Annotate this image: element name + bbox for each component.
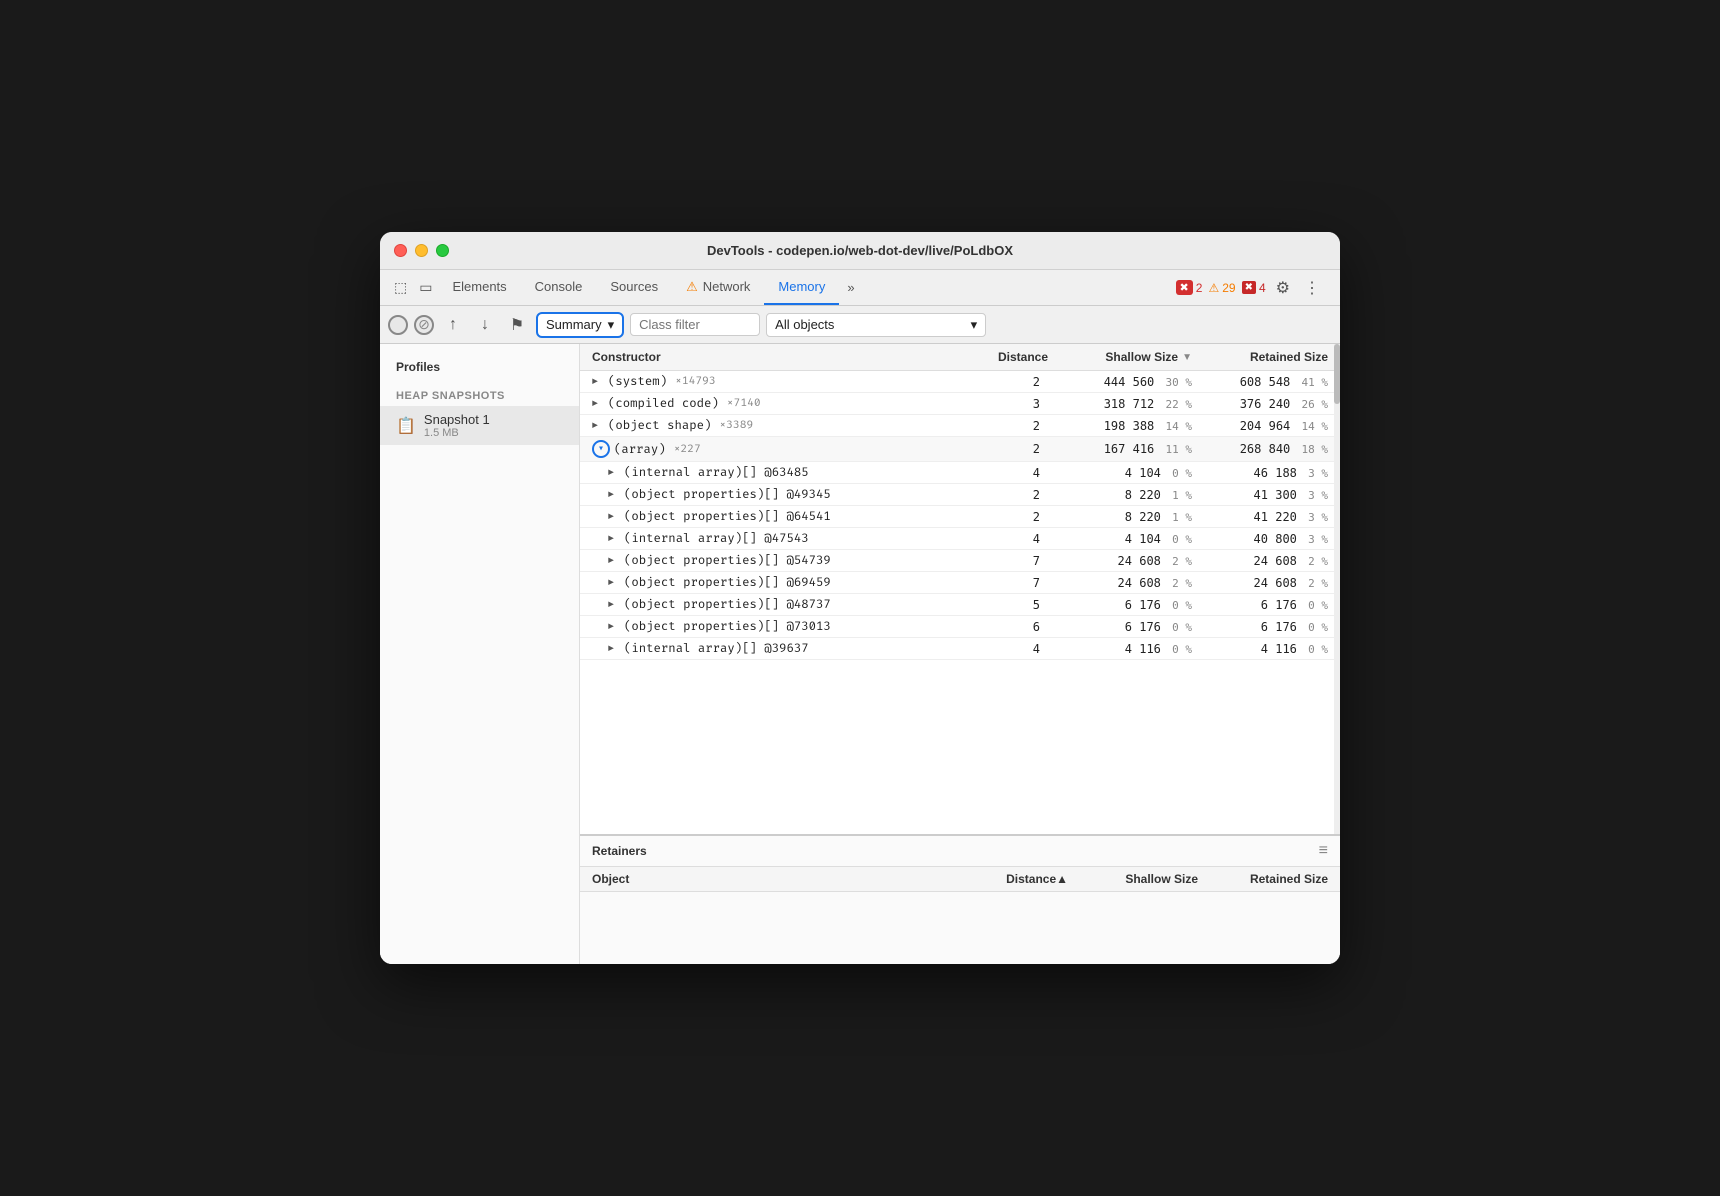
expand-icon[interactable]: ▶ [608, 467, 620, 479]
heap-snapshots-section: HEAP SNAPSHOTS [380, 382, 579, 406]
header-retained[interactable]: Retained Size [1200, 350, 1340, 364]
expand-icon[interactable]: ▶ [592, 398, 604, 410]
tab-elements[interactable]: Elements [438, 270, 520, 305]
tab-more[interactable]: » [839, 270, 862, 305]
expand-icon[interactable]: ▶ [592, 376, 604, 388]
all-objects-chevron-icon: ▾ [971, 317, 978, 333]
expand-icon[interactable]: ▶ [608, 621, 620, 633]
retainers-header: Retainers ≡ [580, 836, 1340, 867]
filter-icon[interactable]: ⚑ [504, 312, 530, 338]
more-options-icon[interactable]: ⋮ [1300, 274, 1324, 302]
table-row[interactable]: ▶(object properties)[] @48737 5 6 176 0 … [580, 594, 1340, 616]
settings-icon[interactable]: ⚙ [1272, 274, 1294, 302]
header-shallow[interactable]: Shallow Size ▼ [1060, 350, 1200, 364]
ret-header-retained[interactable]: Retained Size [1210, 872, 1340, 886]
summary-dropdown[interactable]: Summary ▾ [536, 312, 624, 338]
record-button[interactable] [388, 315, 408, 335]
status-area: ✖ 2 ⚠ 29 ✖ 4 ⚙ ⋮ [1168, 270, 1332, 305]
table-row-array[interactable]: ▾ (array)×227 2 167 416 11 % 268 840 18 … [580, 437, 1340, 462]
titlebar: DevTools - codepen.io/web-dot-dev/live/P… [380, 232, 1340, 270]
tab-memory[interactable]: Memory [764, 270, 839, 305]
device-icon[interactable]: ▭ [413, 270, 438, 305]
expand-icon[interactable]: ▶ [608, 577, 620, 589]
table-row[interactable]: ▶(object properties)[] @49345 2 8 220 1 … [580, 484, 1340, 506]
ret-header-object[interactable]: Object [580, 872, 980, 886]
expand-icon[interactable]: ▶ [608, 555, 620, 567]
sidebar: Profiles HEAP SNAPSHOTS 📋 Snapshot 1 1.5… [380, 344, 580, 964]
table-row[interactable]: ▶(internal array)[] @39637 4 4 116 0 % 4… [580, 638, 1340, 660]
info-badge: ✖ 4 [1242, 281, 1266, 295]
chevron-down-icon: ▾ [608, 317, 615, 333]
download-icon[interactable]: ↓ [472, 312, 498, 338]
upload-icon[interactable]: ↑ [440, 312, 466, 338]
main-content: Profiles HEAP SNAPSHOTS 📋 Snapshot 1 1.5… [380, 344, 1340, 964]
retainers-menu-icon[interactable]: ≡ [1319, 842, 1328, 860]
expand-icon[interactable]: ▶ [608, 489, 620, 501]
sort-arrow-icon: ▼ [1182, 352, 1192, 363]
maximize-button[interactable] [436, 244, 449, 257]
snapshot-item[interactable]: 📋 Snapshot 1 1.5 MB [380, 406, 579, 445]
inspector-icon[interactable]: ⬚ [388, 270, 413, 305]
table-row[interactable]: ▶(object properties)[] @69459 7 24 608 2… [580, 572, 1340, 594]
close-button[interactable] [394, 244, 407, 257]
table-row[interactable]: ▶(object properties)[] @73013 6 6 176 0 … [580, 616, 1340, 638]
minimize-button[interactable] [415, 244, 428, 257]
table-row[interactable]: ▶(system)×14793 2 444 560 30 % 608 548 4… [580, 371, 1340, 393]
expand-icon[interactable]: ▶ [608, 599, 620, 611]
traffic-lights [394, 244, 449, 257]
profiles-title: Profiles [380, 356, 579, 382]
tab-bar: ⬚ ▭ Elements Console Sources ⚠ Network M… [380, 270, 1340, 306]
tab-sources[interactable]: Sources [596, 270, 672, 305]
scrollbar-track[interactable] [1334, 344, 1340, 834]
clear-button[interactable]: ⊘ [414, 315, 434, 335]
ret-header-distance[interactable]: Distance▲ [980, 872, 1080, 886]
table-row[interactable]: ▶(internal array)[] @47543 4 4 104 0 % 4… [580, 528, 1340, 550]
heap-table: Constructor Distance Shallow Size ▼ Reta… [580, 344, 1340, 834]
table-row[interactable]: ▶(object properties)[] @64541 2 8 220 1 … [580, 506, 1340, 528]
devtools-window: DevTools - codepen.io/web-dot-dev/live/P… [380, 232, 1340, 964]
expand-icon[interactable]: ▶ [608, 643, 620, 655]
table-row[interactable]: ▶(object shape)×3389 2 198 388 14 % 204 … [580, 415, 1340, 437]
table-row[interactable]: ▶(compiled code)×7140 3 318 712 22 % 376… [580, 393, 1340, 415]
snapshot-icon: 📋 [396, 416, 416, 436]
class-filter-input[interactable] [630, 313, 760, 336]
error-badge: ✖ 2 [1176, 280, 1203, 295]
second-toolbar: ⊘ ↑ ↓ ⚑ Summary ▾ All objects ▾ [380, 306, 1340, 344]
header-distance[interactable]: Distance [980, 350, 1060, 364]
main-panel: Constructor Distance Shallow Size ▼ Reta… [580, 344, 1340, 964]
header-constructor[interactable]: Constructor [580, 350, 980, 364]
warning-badge: ⚠ 29 [1208, 281, 1235, 295]
table-header: Constructor Distance Shallow Size ▼ Reta… [580, 344, 1340, 371]
table-row[interactable]: ▶(internal array)[] @63485 4 4 104 0 % 4… [580, 462, 1340, 484]
retainers-table-header: Object Distance▲ Shallow Size Retained S… [580, 867, 1340, 892]
table-row[interactable]: ▶(object properties)[] @54739 7 24 608 2… [580, 550, 1340, 572]
retainers-section: Retainers ≡ Object Distance▲ Shallow Siz… [580, 834, 1340, 964]
scrollbar-thumb[interactable] [1334, 344, 1340, 404]
tab-network[interactable]: ⚠ Network [672, 270, 764, 305]
expand-icon[interactable]: ▶ [592, 420, 604, 432]
table-body: ▶(system)×14793 2 444 560 30 % 608 548 4… [580, 371, 1340, 834]
window-title: DevTools - codepen.io/web-dot-dev/live/P… [707, 243, 1013, 258]
tab-console[interactable]: Console [521, 270, 597, 305]
all-objects-dropdown[interactable]: All objects ▾ [766, 313, 986, 337]
ret-header-shallow[interactable]: Shallow Size [1080, 872, 1210, 886]
expand-icon[interactable]: ▶ [608, 511, 620, 523]
expand-icon-array[interactable]: ▾ [592, 440, 610, 458]
expand-icon[interactable]: ▶ [608, 533, 620, 545]
